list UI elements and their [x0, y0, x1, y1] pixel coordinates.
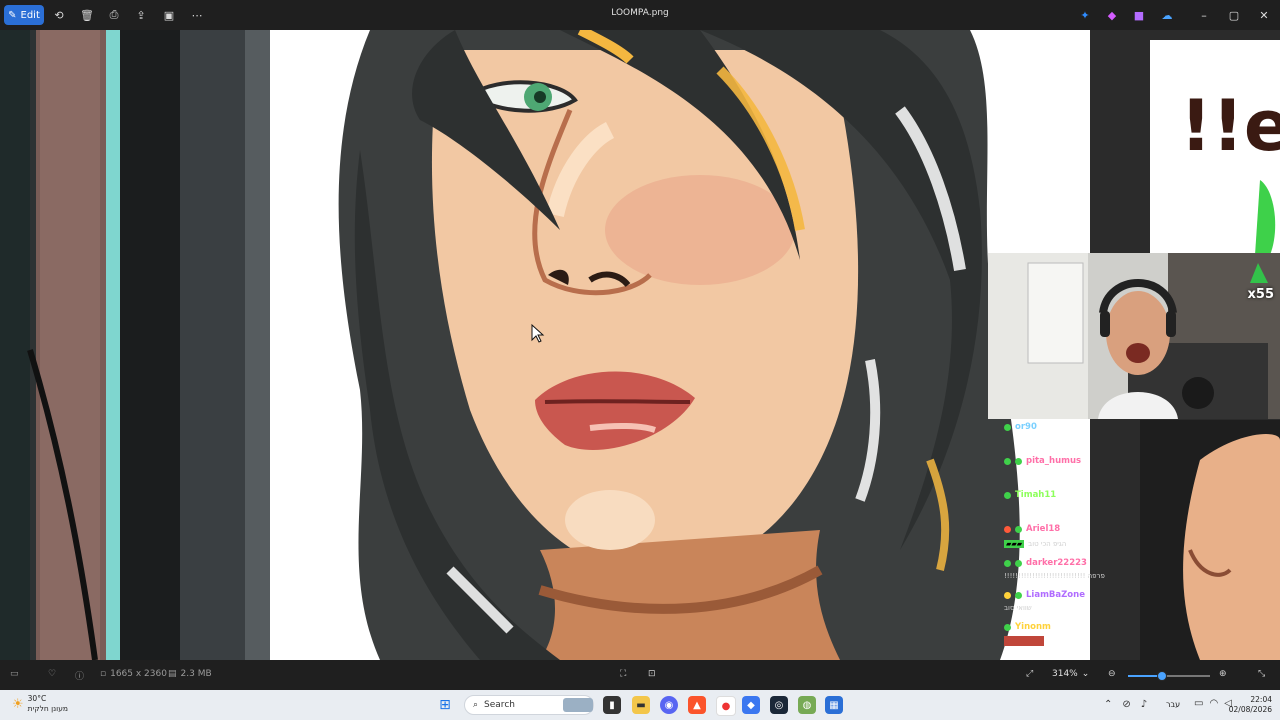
fit-to-window-icon[interactable]: ⤢ — [1026, 669, 1033, 679]
chat-badge-icon — [1004, 423, 1011, 431]
chat-badge-icon — [1004, 559, 1011, 567]
zoom-out-icon[interactable]: ⊖ — [1108, 669, 1116, 679]
tray-status[interactable]: ▭ ◠ ◁ — [1194, 698, 1232, 709]
wifi-icon: ◠ — [1209, 698, 1219, 709]
slideshow-icon[interactable]: ▣ — [161, 7, 177, 23]
fullscreen-icon[interactable]: ⤡ — [1258, 669, 1265, 679]
chat-text: ▰▰▰ הגיפ הכי טוב — [1004, 540, 1067, 548]
clipchamp-icon[interactable]: ■ — [1131, 7, 1147, 23]
steam-icon[interactable]: ◎ — [770, 696, 788, 714]
zoom-in-icon[interactable]: ⊕ — [1219, 669, 1227, 679]
crop-icon[interactable]: ⛶ — [620, 669, 626, 679]
more-icon[interactable]: ⋯ — [189, 7, 205, 23]
image-canvas[interactable]: !!e x55 or90 pita_humus Timah11 Ariel18 … — [0, 30, 1280, 660]
ai-edit-icon[interactable]: ✦ — [1077, 7, 1093, 23]
file-icon: ▤ — [168, 669, 177, 679]
chat-message: or90 — [1004, 422, 1037, 432]
chat-badge-icon — [1004, 525, 1011, 533]
chat-message: Timah11 — [1004, 490, 1056, 500]
emote-icon: ▰▰▰ — [1004, 540, 1025, 548]
chat-badge-icon — [1004, 591, 1011, 599]
zoom-slider-thumb[interactable] — [1157, 671, 1168, 681]
chat-username: Timah11 — [1015, 490, 1057, 500]
chat-username: LiamBaZone — [1026, 590, 1085, 600]
chat-username: darker22223 — [1026, 558, 1087, 568]
start-icon[interactable]: ⊞ — [436, 696, 454, 714]
visual-search-icon[interactable]: ⊡ — [648, 669, 656, 679]
webcam-overlay: x55 — [988, 253, 1280, 419]
chat-badge-icon — [1015, 457, 1022, 465]
chevron-up-icon[interactable]: ⌃ — [1104, 699, 1112, 710]
chat-message: Ariel18 — [1004, 524, 1060, 534]
chat-message: darker22223 — [1004, 558, 1087, 568]
chat-message: Yinonm — [1004, 622, 1051, 632]
edit-label: Edit — [20, 9, 40, 21]
file-explorer-icon[interactable]: ▬ — [632, 696, 650, 714]
chat-message: pita_humus — [1004, 456, 1081, 466]
chat-badge-icon — [1015, 591, 1022, 599]
weather-widget[interactable]: ☀ 30°C מעונן חלקית — [12, 694, 68, 714]
chat-text: שוואי סוב — [1004, 604, 1032, 612]
chat-username: pita_humus — [1026, 456, 1082, 466]
streak-badge: x55 — [1247, 287, 1274, 302]
chrome-icon[interactable]: ● — [716, 696, 736, 716]
chat-badge-icon — [1015, 559, 1022, 567]
maximize-icon[interactable]: ▢ — [1226, 7, 1242, 23]
webcam-feed — [988, 253, 1280, 419]
taskbar: ☀ 30°C מעונן חלקית ⊞ ⌕ Search ▮ ▬ ◉ ▲ ● … — [0, 690, 1280, 720]
search-highlight-icon — [563, 698, 593, 712]
chat-text: !!!!!!!!!!!!!!!!!!!!!!!!!!!!! פרפה — [1004, 572, 1105, 580]
language-indicator[interactable]: עבר — [1166, 700, 1180, 709]
chat-badge-icon — [1004, 491, 1011, 499]
chat-username: or90 — [1015, 422, 1037, 432]
discord-icon[interactable]: ◉ — [660, 696, 678, 714]
monitor-icon: ▭ — [1194, 698, 1204, 709]
edit-icon: ✎ — [8, 9, 17, 21]
info-icon[interactable]: ⓘ — [75, 669, 84, 682]
brave-icon[interactable]: ▲ — [688, 696, 706, 714]
zoom-slider[interactable] — [1128, 671, 1210, 681]
chat-message: LiamBaZone — [1004, 590, 1085, 600]
edit-button[interactable]: ✎ Edit — [4, 5, 44, 25]
chat-username: Yinonm — [1015, 622, 1051, 632]
file-size: ▤ 2.3 MB — [168, 669, 212, 679]
chat-badge-icon — [1004, 457, 1011, 465]
mic-icon[interactable]: ♪ — [1141, 699, 1147, 710]
delete-icon[interactable]: 🗑 — [79, 7, 95, 23]
clock[interactable]: 22:04 02/08/2026 — [1228, 695, 1272, 715]
emote-icon — [1004, 636, 1044, 646]
stream-chat: or90 pita_humus Timah11 Ariel18 ▰▰▰ הגיפ… — [1000, 420, 1140, 660]
search-icon: ⌕ — [473, 700, 479, 710]
onedrive-icon[interactable]: ☁ — [1159, 7, 1175, 23]
minimize-icon[interactable]: – — [1196, 7, 1212, 23]
weather-icon: ☀ — [12, 696, 24, 712]
mute-icon[interactable]: ⊘ — [1122, 699, 1130, 710]
dimensions: ▫ 1665 x 2360 — [100, 669, 167, 679]
close-icon[interactable]: ✕ — [1256, 7, 1272, 23]
app-icon[interactable]: ◆ — [742, 696, 760, 714]
photos-icon[interactable]: ▦ — [825, 696, 843, 714]
rotate-icon[interactable]: ⟲ — [51, 7, 67, 23]
search-input[interactable]: ⌕ Search — [464, 695, 594, 715]
filmstrip-icon[interactable]: ▭ — [10, 669, 19, 679]
chat-badge-icon — [1004, 623, 1011, 631]
share-icon[interactable]: ⇪ — [133, 7, 149, 23]
svg-text:!!e: !!e — [1180, 85, 1280, 167]
chat-badge-icon — [1015, 525, 1022, 533]
obs-icon[interactable]: ◍ — [798, 696, 816, 714]
system-tray: ⌃ ⊘ ♪ — [1104, 699, 1147, 710]
status-bar: ▭ ♡ ⓘ ▫ 1665 x 2360 ▤ 2.3 MB ⛶ ⊡ ⤢ 314% … — [0, 660, 1280, 690]
chat-username: Ariel18 — [1026, 524, 1061, 534]
print-icon[interactable]: ⎙ — [106, 7, 122, 23]
task-view-icon[interactable]: ▮ — [603, 696, 621, 714]
favorite-icon[interactable]: ♡ — [48, 669, 56, 679]
designer-icon[interactable]: ◆ — [1104, 7, 1120, 23]
image-size-icon: ▫ — [100, 669, 107, 679]
zoom-dropdown[interactable]: 314% ⌄ — [1052, 669, 1089, 679]
title-bar: ✎ Edit ⟲ 🗑 ⎙ ⇪ ▣ ⋯ LOOMPA.png ✦ ◆ ■ ☁ – … — [0, 0, 1280, 30]
chevron-down-icon: ⌄ — [1081, 669, 1090, 679]
